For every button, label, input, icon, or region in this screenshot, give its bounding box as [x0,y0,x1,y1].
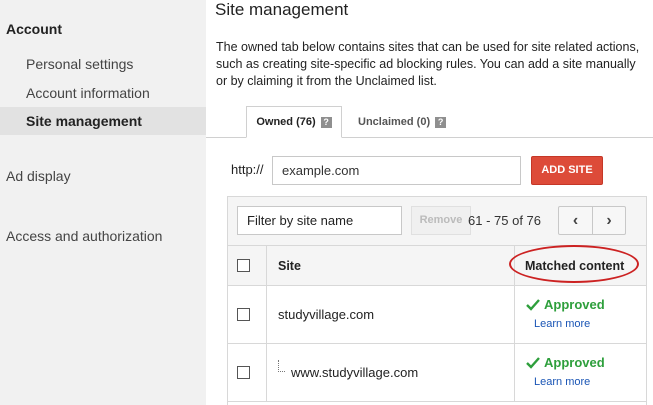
sidebar-account-heading: Account [6,21,62,37]
sidebar-item-site-management[interactable]: Site management [0,107,206,135]
sidebar-item-access-authorization[interactable]: Access and authorization [6,228,162,244]
status-approved: Approved [526,355,605,370]
site-url-input[interactable]: example.com [272,156,521,185]
chevron-left-icon[interactable]: ‹ [559,207,592,234]
tab-owned[interactable]: Owned (76) ? [246,106,342,138]
pagination-text: 61 - 75 of 76 [468,213,541,228]
checkmark-icon [526,356,540,369]
site-name: www.studyvillage.com [291,365,419,380]
table-row: www.studyvillage.com Approved Learn more [228,344,646,402]
row-checkbox[interactable] [237,308,250,321]
status-text: Approved [544,355,605,370]
table-row: studyvillage.com Approved Learn more [228,286,646,344]
help-icon[interactable]: ? [435,116,447,128]
chevron-right-icon[interactable]: › [591,207,625,234]
learn-more-link[interactable]: Learn more [534,318,590,330]
http-prefix-label: http:// [231,162,264,177]
site-name: studyvillage.com [278,307,375,322]
add-site-button[interactable]: ADD SITE [531,156,603,185]
column-header-site[interactable]: Site [278,259,301,273]
tab-unclaimed[interactable]: Unclaimed (0) ? [358,106,447,138]
sidebar-item-account-information[interactable]: Account information [26,85,150,101]
tab-bar: Owned (76) ? Unclaimed (0) ? [206,106,653,138]
tab-unclaimed-label: Unclaimed (0) [358,116,431,128]
table-header: Site Matched content [228,246,646,286]
page-description: The owned tab below contains sites that … [216,40,640,88]
status-approved: Approved [526,297,605,312]
column-header-matched-content[interactable]: Matched content [525,259,624,273]
row-checkbox[interactable] [237,366,250,379]
checkmark-icon [526,298,540,311]
tree-connector [278,360,285,372]
sidebar-item-ad-display[interactable]: Ad display [6,168,71,184]
pagination-controls: ‹ › [558,206,626,235]
status-text: Approved [544,297,605,312]
filter-site-input[interactable]: Filter by site name [237,206,402,235]
tab-owned-label: Owned (76) [256,116,316,128]
select-all-checkbox[interactable] [237,259,250,272]
sidebar: Account Personal settings Account inform… [0,0,206,405]
sites-table: Filter by site name Remove 61 - 75 of 76… [227,196,647,405]
help-icon[interactable]: ? [320,116,332,128]
table-toolbar: Filter by site name Remove 61 - 75 of 76… [228,197,646,246]
page-title: Site management [215,0,349,19]
sidebar-item-personal-settings[interactable]: Personal settings [26,56,133,72]
sidebar-item-label: Site management [26,113,142,129]
learn-more-link[interactable]: Learn more [534,376,590,388]
remove-button[interactable]: Remove [411,206,471,235]
